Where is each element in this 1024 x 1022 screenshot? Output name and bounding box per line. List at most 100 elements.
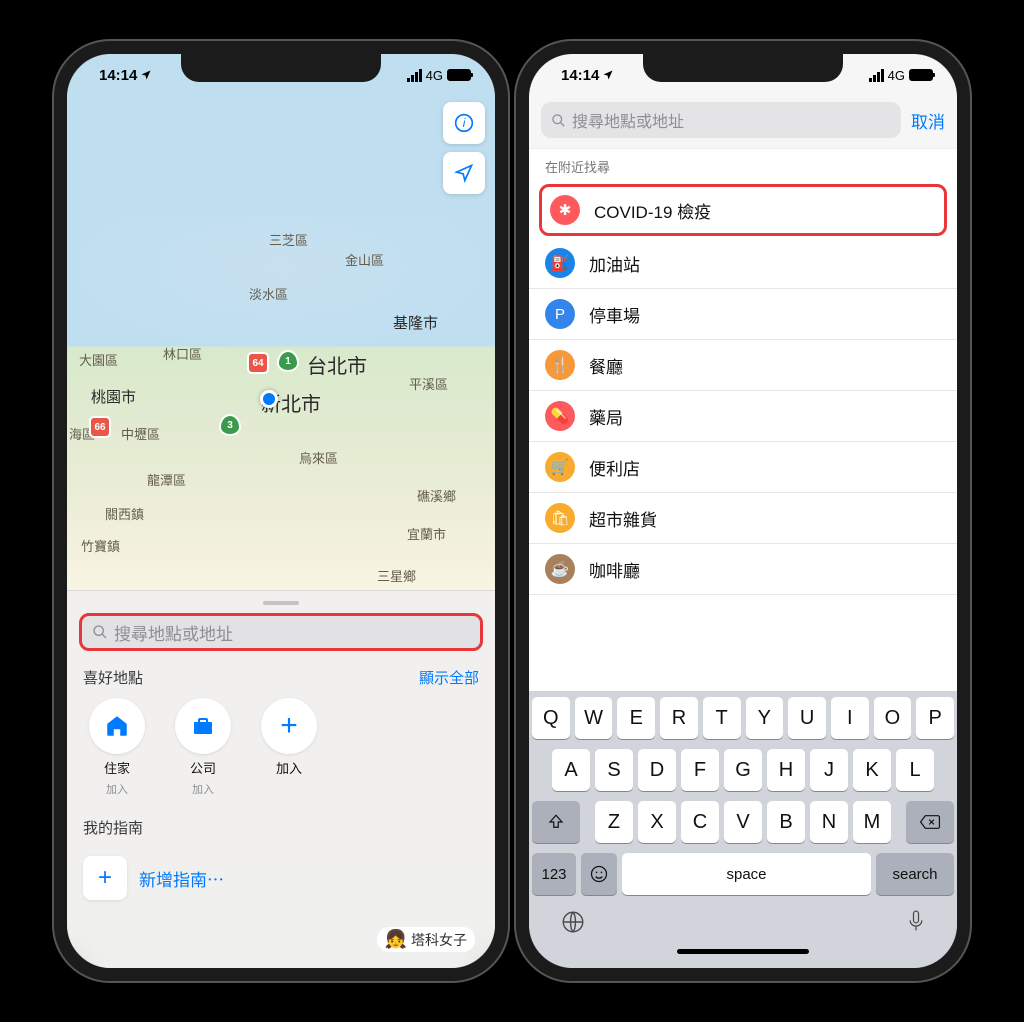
map-label: 基隆市 — [393, 312, 438, 333]
map-label: 中壢區 — [121, 424, 160, 443]
key-t[interactable]: T — [703, 697, 741, 739]
favorite-work[interactable]: 公司 加入 — [169, 698, 237, 797]
screen-map: 三芝區 金山區 淡水區 基隆市 大園區 林口區 台北市 平溪區 桃園市 新北市 … — [67, 54, 495, 968]
delete-key[interactable] — [906, 801, 954, 843]
category-row[interactable]: ⛽加油站 — [529, 238, 957, 289]
key-n[interactable]: N — [810, 801, 848, 843]
key-k[interactable]: K — [853, 749, 891, 791]
key-w[interactable]: W — [575, 697, 613, 739]
key-u[interactable]: U — [788, 697, 826, 739]
key-b[interactable]: B — [767, 801, 805, 843]
key-m[interactable]: M — [853, 801, 891, 843]
road-badge: 64 — [247, 352, 269, 374]
category-label: 加油站 — [589, 251, 640, 276]
dictation-key[interactable] — [906, 909, 926, 941]
show-all-button[interactable]: 顯示全部 — [419, 667, 479, 688]
info-button[interactable]: i — [443, 102, 485, 144]
keyboard-row-3-letters: ZXCVBNM — [590, 801, 896, 843]
plus-icon: + — [83, 856, 127, 900]
key-q[interactable]: Q — [532, 697, 570, 739]
key-a[interactable]: A — [552, 749, 590, 791]
map-label: 三星鄉 — [377, 566, 416, 585]
key-e[interactable]: E — [617, 697, 655, 739]
guides-title: 我的指南 — [83, 817, 143, 838]
category-label: 藥局 — [589, 404, 623, 429]
favorite-sublabel: 加入 — [106, 781, 128, 797]
key-i[interactable]: I — [831, 697, 869, 739]
convenience-icon: 🛒 — [545, 452, 575, 482]
numbers-key[interactable]: 123 — [532, 853, 576, 895]
category-label: 餐廳 — [589, 353, 623, 378]
emoji-icon — [589, 864, 609, 884]
map-label: 桃園市 — [91, 386, 136, 407]
key-s[interactable]: S — [595, 749, 633, 791]
bottom-sheet[interactable]: 搜尋地點或地址 喜好地點 顯示全部 住家 加入 公司 — [67, 590, 495, 968]
grocery-icon: 🛍 — [545, 503, 575, 533]
key-f[interactable]: F — [681, 749, 719, 791]
key-p[interactable]: P — [916, 697, 954, 739]
home-indicator[interactable] — [677, 949, 809, 954]
category-row[interactable]: 💊藥局 — [529, 391, 957, 442]
category-row[interactable]: ☕咖啡廳 — [529, 544, 957, 595]
globe-key[interactable] — [560, 909, 586, 941]
status-time: 14:14 — [561, 67, 614, 84]
key-r[interactable]: R — [660, 697, 698, 739]
cellular-label: 4G — [426, 68, 443, 83]
key-g[interactable]: G — [724, 749, 762, 791]
key-c[interactable]: C — [681, 801, 719, 843]
search-key[interactable]: search — [876, 853, 954, 895]
notch — [181, 54, 381, 82]
sheet-handle[interactable] — [263, 601, 299, 605]
favorite-sublabel: 加入 — [192, 781, 214, 797]
locate-button[interactable] — [443, 152, 485, 194]
key-d[interactable]: D — [638, 749, 676, 791]
key-v[interactable]: V — [724, 801, 762, 843]
road-badge: 66 — [89, 416, 111, 438]
favorites-header: 喜好地點 顯示全部 — [83, 667, 479, 688]
signal-icon — [407, 69, 422, 82]
current-location-dot[interactable] — [260, 390, 278, 408]
key-h[interactable]: H — [767, 749, 805, 791]
parking-icon: P — [545, 299, 575, 329]
favorite-home[interactable]: 住家 加入 — [83, 698, 151, 797]
search-header: 搜尋地點或地址 取消 — [529, 96, 957, 148]
category-row[interactable]: P 停車場 — [529, 289, 957, 340]
category-row[interactable]: 🛒便利店 — [529, 442, 957, 493]
cellular-label: 4G — [888, 68, 905, 83]
info-icon: i — [454, 113, 474, 133]
restaurant-icon: 🍴 — [545, 350, 575, 380]
category-label: 停車場 — [589, 302, 640, 327]
battery-icon — [447, 69, 471, 81]
category-row[interactable]: 🍴 餐廳 — [529, 340, 957, 391]
favorite-add[interactable]: + 加入 — [255, 698, 323, 797]
keyboard-bottom-row: 123 space search — [532, 853, 954, 895]
cancel-button[interactable]: 取消 — [911, 108, 945, 133]
key-y[interactable]: Y — [746, 697, 784, 739]
search-field[interactable]: 搜尋地點或地址 — [79, 613, 483, 651]
cafe-icon: ☕ — [545, 554, 575, 584]
category-row[interactable]: 🛍超市雜貨 — [529, 493, 957, 544]
status-right: 4G — [407, 68, 471, 83]
key-l[interactable]: L — [896, 749, 934, 791]
add-guide-label: 新增指南⋯ — [139, 866, 224, 891]
backspace-icon — [919, 813, 941, 831]
map-label: 宜蘭市 — [407, 524, 446, 543]
space-key[interactable]: space — [622, 853, 871, 895]
map-label: 三芝區 — [269, 230, 308, 249]
favorites-row: 住家 加入 公司 加入 + 加入 — [79, 698, 483, 809]
key-z[interactable]: Z — [595, 801, 633, 843]
key-o[interactable]: O — [874, 697, 912, 739]
search-field[interactable]: 搜尋地點或地址 — [541, 102, 901, 138]
category-row[interactable]: ✱COVID-19 檢疫 — [539, 184, 947, 236]
emoji-key[interactable] — [581, 853, 617, 895]
screen-search: 14:14 4G 搜尋地點或地址 取消 在附近找尋 ✱COVID-19 檢疫⛽加… — [529, 54, 957, 968]
watermark: 塔科女子 — [377, 927, 475, 952]
key-j[interactable]: J — [810, 749, 848, 791]
key-x[interactable]: X — [638, 801, 676, 843]
nearby-section-label: 在附近找尋 — [529, 148, 957, 182]
plus-icon: + — [261, 698, 317, 754]
shift-key[interactable] — [532, 801, 580, 843]
add-guide-row[interactable]: + 新增指南⋯ — [79, 848, 483, 920]
location-arrow-icon — [140, 69, 152, 81]
map-controls: i — [443, 102, 485, 194]
